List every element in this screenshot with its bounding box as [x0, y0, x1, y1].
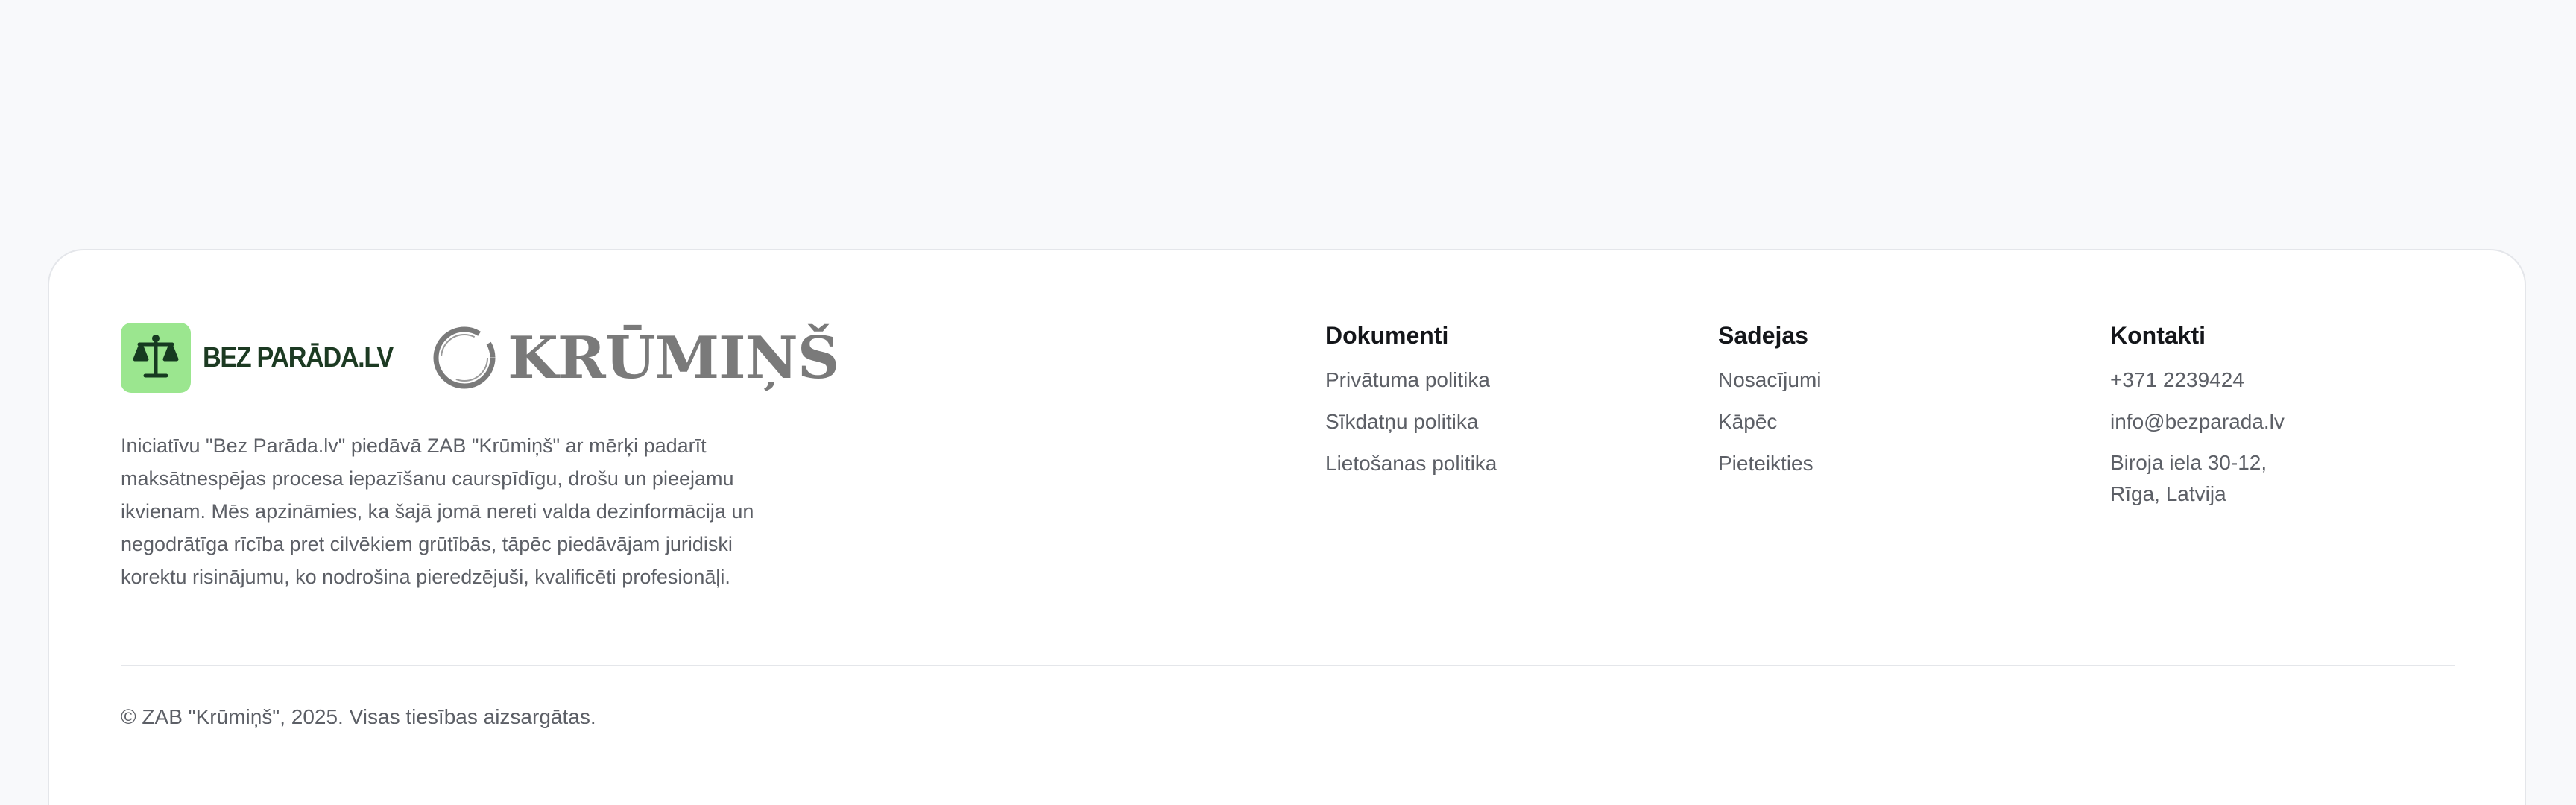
why-link[interactable]: Kāpēc — [1718, 410, 1777, 433]
site-footer: BEZ PARĀDA.LV KRŪMIŅŠ Iniciatīvu "Bez Pa… — [48, 249, 2526, 805]
documents-heading: Dokumenti — [1325, 322, 1449, 349]
documents-column: Dokumenti Privātuma politika Sīkdatņu po… — [1325, 316, 1497, 489]
krumins-logo[interactable]: KRŪMIŅŠ — [430, 323, 839, 392]
copyright-text: © ZAB "Krūmiņš", 2025. Visas tiesības ai… — [121, 705, 596, 728]
links-heading: Sadejas — [1718, 322, 1808, 349]
office-address: Biroja iela 30-12, Rīga, Latvija — [2110, 451, 2267, 505]
footer-divider — [121, 665, 2455, 666]
email-link[interactable]: info@bezparada.lv — [2110, 410, 2285, 433]
phone-link[interactable]: +371 2239424 — [2110, 368, 2244, 391]
apply-link[interactable]: Pieteikties — [1718, 452, 1813, 475]
terms-of-use-link[interactable]: Lietošanas politika — [1325, 452, 1497, 475]
ring-icon — [430, 323, 499, 392]
links-column: Sadejas Nosacījumi Kāpēc Pieteikties — [1718, 316, 1821, 489]
contacts-column: Kontakti +371 2239424 info@bezparada.lv … — [2110, 316, 2285, 519]
cookie-policy-link[interactable]: Sīkdatņu politika — [1325, 410, 1478, 433]
privacy-policy-link[interactable]: Privātuma politika — [1325, 368, 1490, 391]
bez-parada-wordmark: BEZ PARĀDA.LV — [203, 341, 394, 373]
bez-parada-logo[interactable]: BEZ PARĀDA.LV — [121, 323, 414, 393]
footer-description: Iniciatīvu "Bez Parāda.lv" piedāvā ZAB "… — [121, 435, 754, 588]
conditions-link[interactable]: Nosacījumi — [1718, 368, 1821, 391]
scales-icon — [121, 323, 191, 393]
krumins-wordmark: KRŪMIŅŠ — [508, 323, 839, 392]
footer-logos: BEZ PARĀDA.LV KRŪMIŅŠ — [121, 322, 839, 394]
contacts-heading: Kontakti — [2110, 322, 2206, 349]
